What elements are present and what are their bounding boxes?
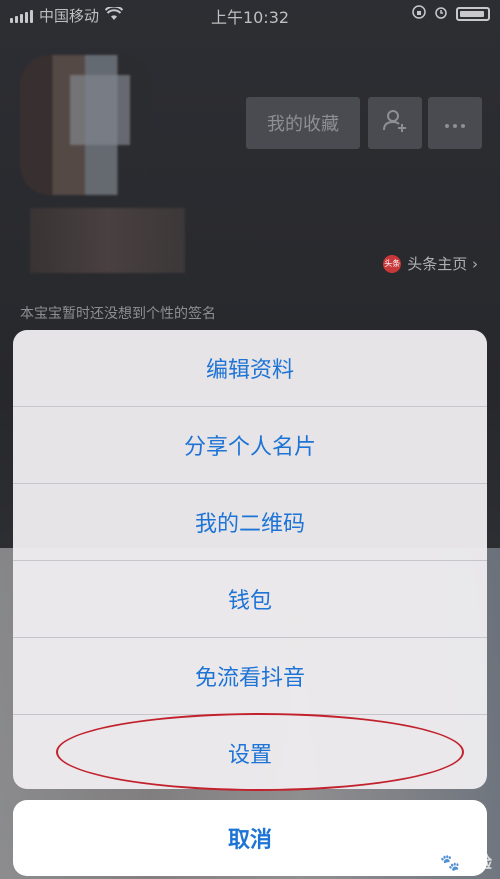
signature: 本宝宝暂时还没想到个性的签名 (20, 306, 216, 322)
qr-code-option[interactable]: 我的二维码 (13, 484, 487, 561)
add-user-icon (382, 108, 408, 138)
watermark: Bai🐾经验 (411, 853, 492, 872)
battery-icon (456, 7, 490, 21)
edit-profile-option[interactable]: 编辑资料 (13, 330, 487, 407)
add-friend-button[interactable] (368, 97, 422, 149)
toutiao-homepage-link[interactable]: 头条 头条主页 › (383, 253, 478, 274)
toutiao-logo-icon: 头条 (383, 254, 402, 273)
free-data-option[interactable]: 免流看抖音 (13, 638, 487, 715)
settings-option[interactable]: 设置 (13, 715, 487, 789)
share-card-option[interactable]: 分享个人名片 (13, 407, 487, 484)
toutiao-link-label: 头条主页 › (407, 255, 478, 273)
avatar[interactable] (20, 55, 150, 195)
wallet-option[interactable]: 钱包 (13, 561, 487, 638)
favorites-button[interactable]: 我的收藏 (246, 97, 360, 149)
alarm-icon (434, 5, 448, 23)
username (30, 208, 185, 273)
more-button[interactable] (428, 97, 482, 149)
action-sheet: 编辑资料 分享个人名片 我的二维码 钱包 免流看抖音 设置 (13, 330, 487, 789)
more-dots-icon (444, 114, 466, 133)
status-bar: 中国移动 上午10:32 (0, 0, 500, 28)
rotation-lock-icon (412, 5, 426, 23)
